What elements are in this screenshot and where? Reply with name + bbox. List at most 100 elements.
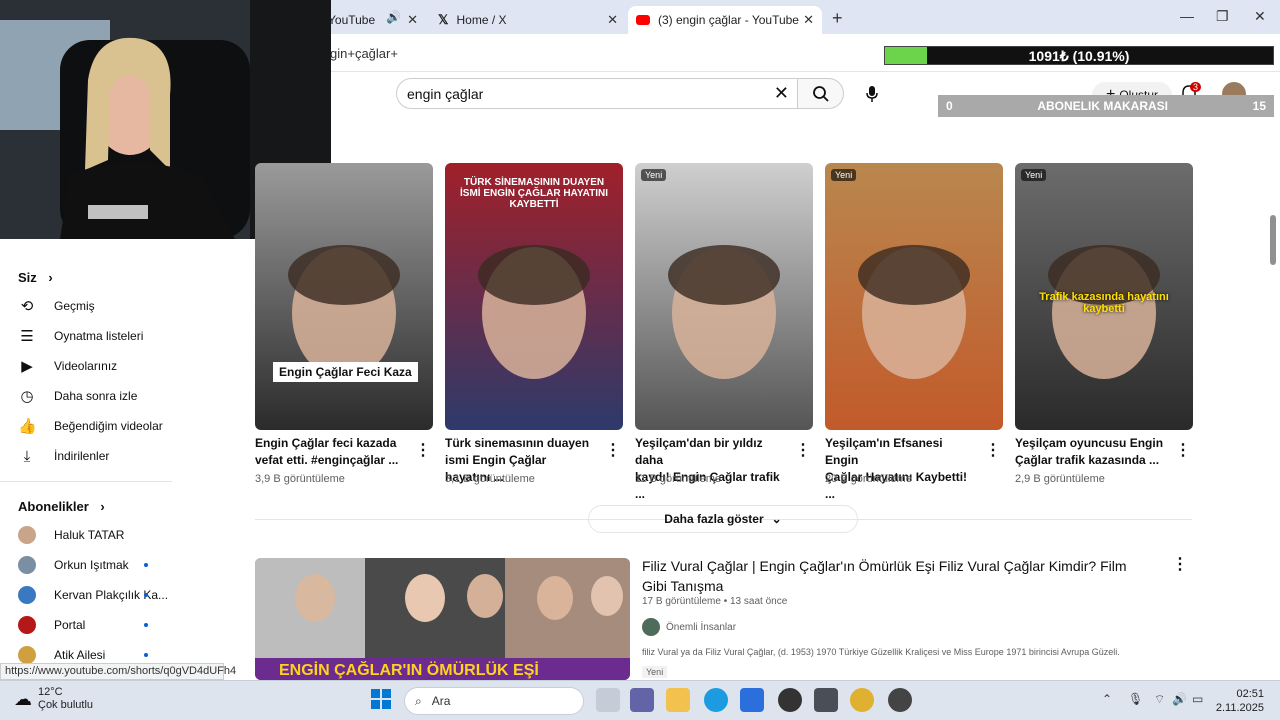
subscription-item[interactable]: Atik Ailesi bbox=[18, 645, 105, 665]
clear-search-icon[interactable]: ✕ bbox=[774, 83, 789, 104]
obs-icon[interactable] bbox=[778, 688, 802, 712]
sidebar-item[interactable]: ⟲ Geçmiş bbox=[18, 296, 95, 316]
sidebar-item-label: İndirilenler bbox=[54, 449, 110, 463]
scrollbar-thumb[interactable] bbox=[1270, 215, 1276, 265]
close-icon[interactable]: ✕ bbox=[407, 12, 418, 28]
battery-icon[interactable]: ▭ bbox=[1192, 692, 1203, 706]
more-options-icon[interactable]: ⋮ bbox=[795, 440, 811, 460]
more-options-icon[interactable]: ⋮ bbox=[1175, 440, 1191, 460]
short-title-line: vefat etti. #enginçağlar ... bbox=[255, 453, 399, 467]
volume-icon[interactable]: 🔊 bbox=[1172, 692, 1187, 706]
chevron-right-icon: › bbox=[100, 499, 105, 514]
clock[interactable]: 02:51 2.11.2025 bbox=[1212, 687, 1264, 715]
more-options-icon[interactable]: ⋮ bbox=[1172, 554, 1188, 574]
donation-progress-bar: 1091₺ (10.91%) bbox=[884, 46, 1274, 65]
subscription-label: Portal bbox=[54, 618, 86, 632]
mic-icon bbox=[866, 86, 878, 102]
maximize-button[interactable]: ❐ bbox=[1216, 8, 1229, 25]
close-icon[interactable]: ✕ bbox=[803, 12, 814, 28]
short-thumbnail[interactable]: Yeni bbox=[635, 163, 813, 430]
temperature: 12°C bbox=[38, 686, 63, 698]
show-more-button[interactable]: Daha fazla göster ⌄ bbox=[588, 505, 858, 533]
sidebar-item[interactable]: ☰ Oynatma listeleri bbox=[18, 326, 143, 346]
sidebar-item[interactable]: ▶ Videolarınız bbox=[18, 356, 117, 376]
app-icon[interactable] bbox=[740, 688, 764, 712]
short-title[interactable]: Yeşilçam'ın Efsanesi Engin Çağlar Hayatın… bbox=[825, 435, 975, 503]
chrome-icon[interactable] bbox=[850, 688, 874, 712]
weather-condition: Çok bulutlu bbox=[38, 699, 94, 711]
channel-name[interactable]: Önemli İnsanlar bbox=[666, 622, 736, 633]
new-badge: Yeni bbox=[642, 666, 668, 678]
short-title-line: Türk sinemasının duayen bbox=[445, 436, 590, 450]
subscription-item[interactable]: Orkun Işıtmak bbox=[18, 555, 129, 575]
more-options-icon[interactable]: ⋮ bbox=[605, 440, 621, 460]
calculator-icon[interactable] bbox=[814, 688, 838, 712]
search-box[interactable]: ✕ bbox=[396, 78, 798, 109]
tab-label: (3) engin çağlar - YouTube bbox=[658, 13, 799, 27]
short-thumbnail[interactable]: Yeni Trafik kazasında hayatını kaybetti bbox=[1015, 163, 1193, 430]
reel-label: ABONELIK MAKARASI bbox=[1037, 99, 1168, 113]
video-meta: 17 B görüntüleme • 13 saat önce bbox=[642, 596, 788, 607]
tab-youtube[interactable]: YouTube 🔊 ✕ bbox=[320, 6, 426, 34]
sidebar-item[interactable]: 👍 Beğendiğim videolar bbox=[18, 416, 163, 436]
video-description: filiz Vural ya da Filiz Vural Çağlar, (d… bbox=[642, 647, 1120, 657]
search-input[interactable] bbox=[407, 84, 767, 104]
mic-icon[interactable]: 🎙 bbox=[1128, 692, 1143, 706]
short-views: 3,1 B görüntüleme bbox=[445, 473, 535, 485]
video-channel[interactable]: Önemli İnsanlar bbox=[642, 618, 736, 636]
subscriptions-header[interactable]: Abonelikler › bbox=[18, 499, 105, 514]
short-title-line: Engin Çağlar feci kazada bbox=[255, 436, 397, 450]
address-text[interactable]: gin+çağlar+ bbox=[330, 46, 398, 61]
file-explorer-icon[interactable] bbox=[666, 688, 690, 712]
short-thumbnail[interactable]: TÜRK SİNEMASININ DUAYEN İSMİ ENGİN ÇAĞLA… bbox=[445, 163, 623, 430]
more-options-icon[interactable]: ⋮ bbox=[415, 440, 431, 460]
sidebar-item[interactable]: ⤓ İndirilenler bbox=[18, 446, 110, 466]
short-title[interactable]: Engin Çağlar feci kazada vefat etti. #eng… bbox=[255, 435, 405, 469]
subscription-item[interactable]: Portal bbox=[18, 615, 85, 635]
weather-widget[interactable]: ☁ 12°C Çok bulutlu bbox=[14, 686, 93, 712]
close-icon[interactable]: ✕ bbox=[607, 12, 618, 28]
task-view-icon[interactable] bbox=[596, 688, 620, 712]
teams-icon[interactable] bbox=[630, 688, 654, 712]
sidebar-divider bbox=[0, 481, 172, 482]
windows-start-icon[interactable] bbox=[370, 688, 394, 712]
subscription-reel-bar: 0 ABONELIK MAKARASI 15 bbox=[938, 95, 1274, 117]
new-content-dot bbox=[144, 593, 148, 597]
wifi-icon[interactable]: ⌔ bbox=[1154, 692, 1165, 707]
short-title[interactable]: Yeşilçam'dan bir yıldız daha kaydı! Engin… bbox=[635, 435, 785, 503]
tab-x-home[interactable]: 𝕏 Home / X ✕ bbox=[430, 6, 626, 34]
speaker-icon[interactable]: 🔊 bbox=[386, 10, 401, 24]
reel-right-count: 15 bbox=[1252, 99, 1266, 113]
like-icon: 👍 bbox=[18, 418, 37, 435]
app-icon[interactable] bbox=[888, 688, 912, 712]
channel-avatar[interactable] bbox=[642, 618, 660, 636]
new-tab-button[interactable]: + bbox=[832, 8, 843, 29]
taskbar-search[interactable]: ⌕ Ara bbox=[404, 687, 584, 715]
tab-label: Home / X bbox=[456, 13, 507, 27]
chevron-up-icon[interactable]: ⌃ bbox=[1102, 692, 1112, 706]
playlist-icon: ☰ bbox=[20, 328, 34, 345]
short-views: 11 B görüntüleme bbox=[635, 473, 722, 485]
sidebar-item-label: Videolarınız bbox=[54, 359, 118, 373]
short-thumbnail[interactable]: Yeni bbox=[825, 163, 1003, 430]
sidebar-item[interactable]: ◷ Daha sonra izle bbox=[18, 386, 137, 406]
search-icon: ⌕ bbox=[415, 693, 422, 708]
you-section-header[interactable]: Siz › bbox=[18, 270, 53, 285]
voice-search-button[interactable] bbox=[858, 80, 886, 108]
sidebar: Siz › ⟲ Geçmiş ☰ Oynatma listeleri ▶ Videolar… bbox=[0, 260, 220, 670]
short-title[interactable]: Yeşilçam oyuncusu Engin Çağlar trafik kaz… bbox=[1015, 435, 1165, 469]
video-thumbnail[interactable]: ENGİN ÇAĞLAR'IN ÖMÜRLÜK EŞİ bbox=[255, 558, 630, 680]
channel-avatar bbox=[18, 616, 36, 634]
short-title-line: Yeşilçam oyuncusu Engin bbox=[1015, 436, 1164, 450]
short-views: 20 B görüntüleme bbox=[825, 473, 912, 485]
short-thumbnail[interactable]: Engin Çağlar Feci Kaza bbox=[255, 163, 433, 430]
tab-youtube-search[interactable]: (3) engin çağlar - YouTube ✕ bbox=[628, 6, 822, 34]
more-options-icon[interactable]: ⋮ bbox=[985, 440, 1001, 460]
minimize-button[interactable]: — bbox=[1180, 8, 1194, 24]
subscription-item[interactable]: Haluk TATAR bbox=[18, 525, 124, 545]
subscriptions-label: Abonelikler bbox=[18, 499, 89, 514]
search-button[interactable] bbox=[798, 78, 844, 109]
edge-icon[interactable] bbox=[704, 688, 728, 712]
close-window-button[interactable]: ✕ bbox=[1254, 8, 1266, 25]
video-title[interactable]: Filiz Vural Çağlar | Engin Çağlar'ın Ömü… bbox=[642, 556, 1152, 596]
